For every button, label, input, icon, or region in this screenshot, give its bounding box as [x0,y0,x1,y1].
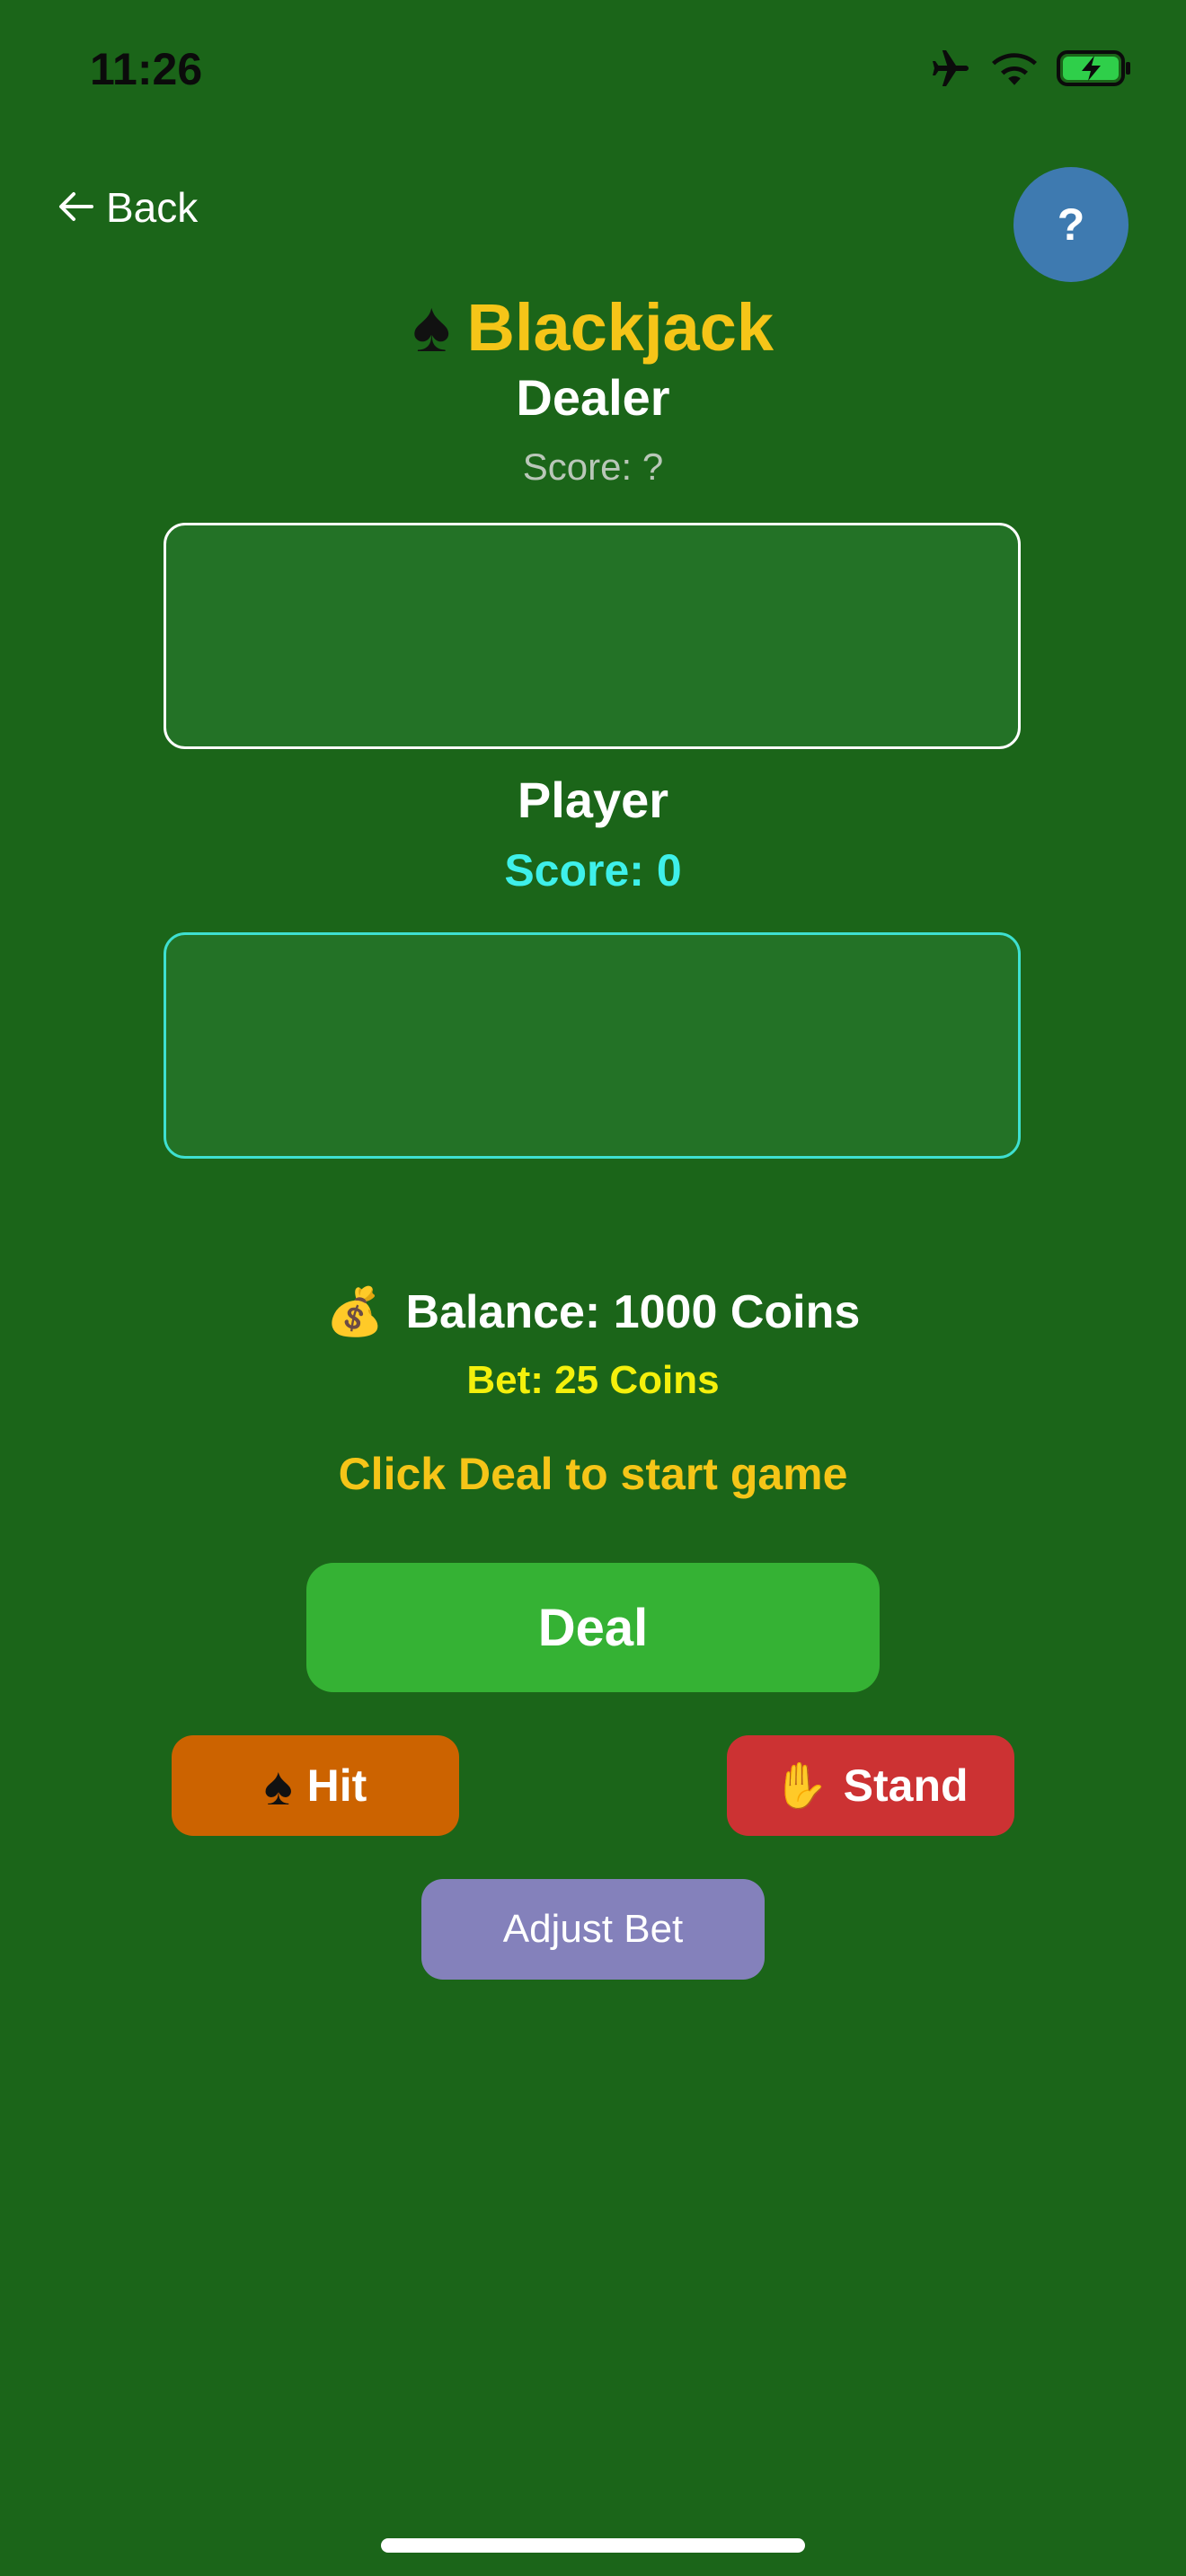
hit-button[interactable]: ♠ Hit [172,1735,459,1836]
home-indicator[interactable] [381,2538,805,2553]
back-label: Back [106,184,199,231]
arrow-left-icon [58,183,93,232]
money-bag-icon: 💰 [325,1286,385,1338]
airplane-icon [929,49,972,88]
status-icons [929,49,1132,88]
bet-display: Bet: 25 Coins [466,1358,720,1402]
wifi-icon [992,50,1037,86]
spade-icon: ♠ [263,1755,293,1816]
adjust-bet-button[interactable]: Adjust Bet [421,1879,765,1980]
title-text: Blackjack [466,289,774,365]
page-title: ♠ Blackjack [0,286,1186,368]
status-time: 11:26 [90,44,203,94]
dealer-card-area [164,523,1021,749]
deal-button[interactable]: Deal [306,1563,880,1692]
hit-label: Hit [306,1760,367,1811]
dealer-score: Score: ? [522,446,664,488]
raised-hand-icon: ✋ [773,1760,829,1811]
spade-icon: ♠ [412,287,451,366]
help-button[interactable]: ? [1013,167,1128,282]
balance-text: Balance: 1000 Coins [405,1285,861,1338]
stand-button[interactable]: ✋ Stand [727,1735,1014,1836]
battery-charging-icon [1057,50,1132,86]
game-message: Click Deal to start game [338,1449,848,1499]
blackjack-screen: 11:26 Back ? ♠ Blackjack Dealer Score: ?… [0,0,1186,2576]
dealer-label: Dealer [516,369,670,426]
balance-display: 💰 Balance: 1000 Coins [0,1284,1186,1339]
player-label: Player [517,772,669,828]
player-score: Score: 0 [504,845,682,895]
stand-label: Stand [843,1760,969,1811]
player-card-area [164,932,1021,1159]
back-button[interactable]: Back [58,183,198,232]
